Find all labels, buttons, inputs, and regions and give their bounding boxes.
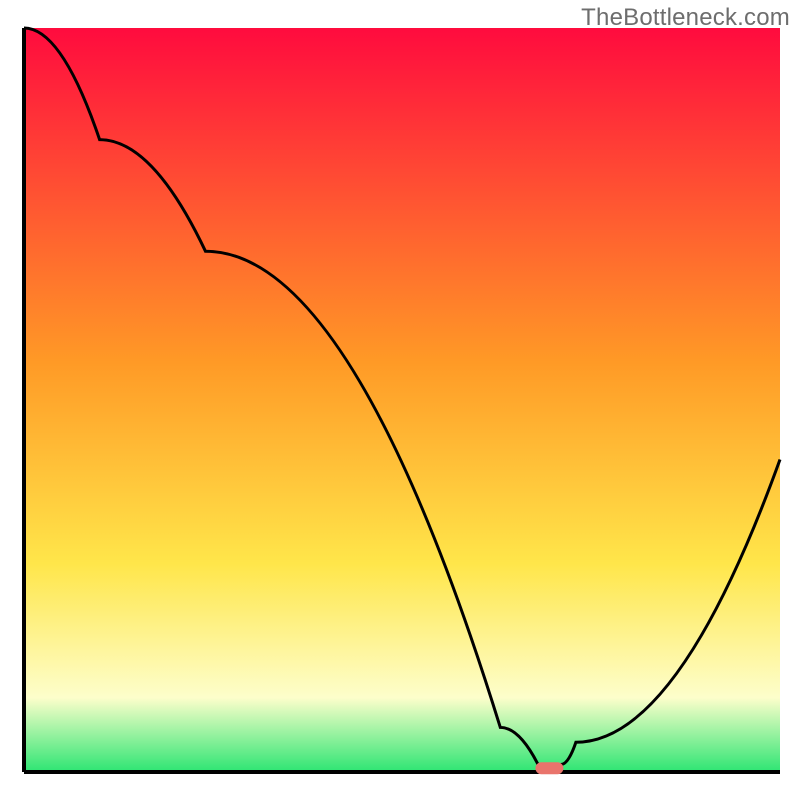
bottleneck-chart <box>0 0 800 800</box>
watermark-text: TheBottleneck.com <box>581 4 790 32</box>
chart-container: { "watermark": "TheBottleneck.com", "col… <box>0 0 800 800</box>
plot-background <box>24 28 780 772</box>
optimum-marker <box>535 762 563 774</box>
